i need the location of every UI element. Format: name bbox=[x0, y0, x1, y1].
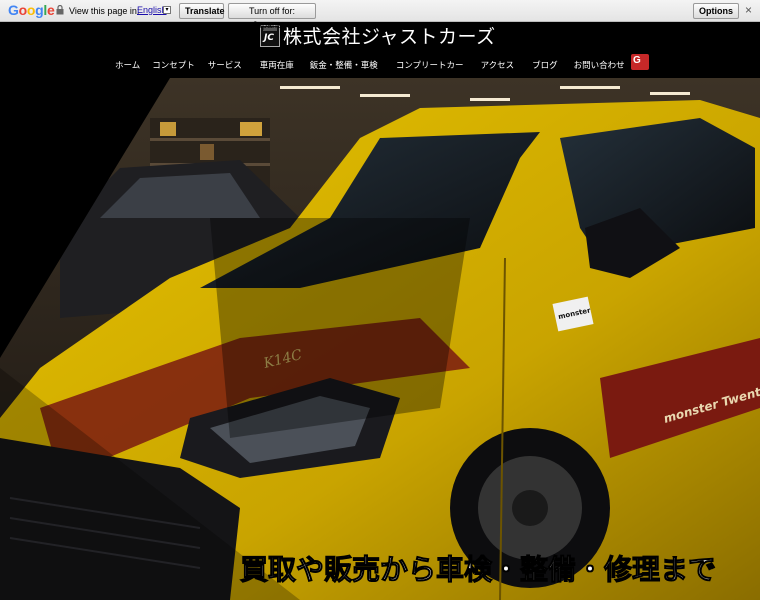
site-header: JC 株式会社ジャストカーズ ホーム コンセプト サービス 車両在庫 鈑金・整備… bbox=[0, 22, 760, 78]
hero-image: monster K14C monster Twenty 買取や販売から車検・整備… bbox=[0, 78, 760, 600]
google-logo-letter: o bbox=[18, 2, 28, 18]
wheel-hub bbox=[512, 490, 548, 526]
overlay-shade bbox=[210, 218, 470, 438]
site-title[interactable]: 株式会社ジャストカーズ bbox=[283, 22, 496, 49]
nav-item-home[interactable]: ホーム bbox=[115, 59, 140, 73]
translate-icon[interactable]: G bbox=[631, 54, 649, 70]
lock-icon bbox=[56, 5, 64, 15]
translate-bar: Google View this page in: English ▾ Tran… bbox=[0, 0, 760, 30]
close-icon[interactable]: × bbox=[745, 4, 752, 16]
google-logo-letter: e bbox=[46, 2, 55, 18]
nav-item-bodywork[interactable]: 鈑金・整備・車検 bbox=[310, 59, 378, 73]
turn-off-button[interactable]: Turn off for: Japanese bbox=[228, 3, 316, 30]
translate-prompt: View this page in: bbox=[69, 6, 140, 16]
google-logo-letter: G bbox=[8, 2, 19, 18]
hero-tagline: 買取や販売から車検・整備・修理まで bbox=[240, 553, 716, 586]
nav-item-inventory[interactable]: 車両在庫 bbox=[260, 59, 294, 73]
main-nav: ホーム コンセプト サービス 車両在庫 鈑金・整備・車検 コンプリートカー アク… bbox=[108, 59, 625, 73]
nav-item-service[interactable]: サービス bbox=[208, 59, 242, 73]
nav-item-access[interactable]: アクセス bbox=[481, 59, 515, 73]
logo-text: JC bbox=[264, 33, 274, 43]
google-logo: Google bbox=[8, 2, 55, 18]
nav-item-complete-car[interactable]: コンプリートカー bbox=[396, 59, 464, 73]
nav-item-blog[interactable]: ブログ bbox=[532, 59, 558, 73]
nav-item-concept[interactable]: コンセプト bbox=[152, 59, 195, 73]
chevron-down-icon[interactable]: ▾ bbox=[163, 6, 171, 14]
nav-item-contact[interactable]: お問い合わせ bbox=[574, 59, 625, 73]
options-button[interactable]: Options ▼ bbox=[693, 3, 739, 30]
google-logo-letter: o bbox=[26, 2, 36, 18]
translate-button[interactable]: Translate bbox=[179, 3, 225, 19]
hero-banner: monster K14C monster Twenty 買取や販売から車検・整備… bbox=[0, 78, 760, 600]
